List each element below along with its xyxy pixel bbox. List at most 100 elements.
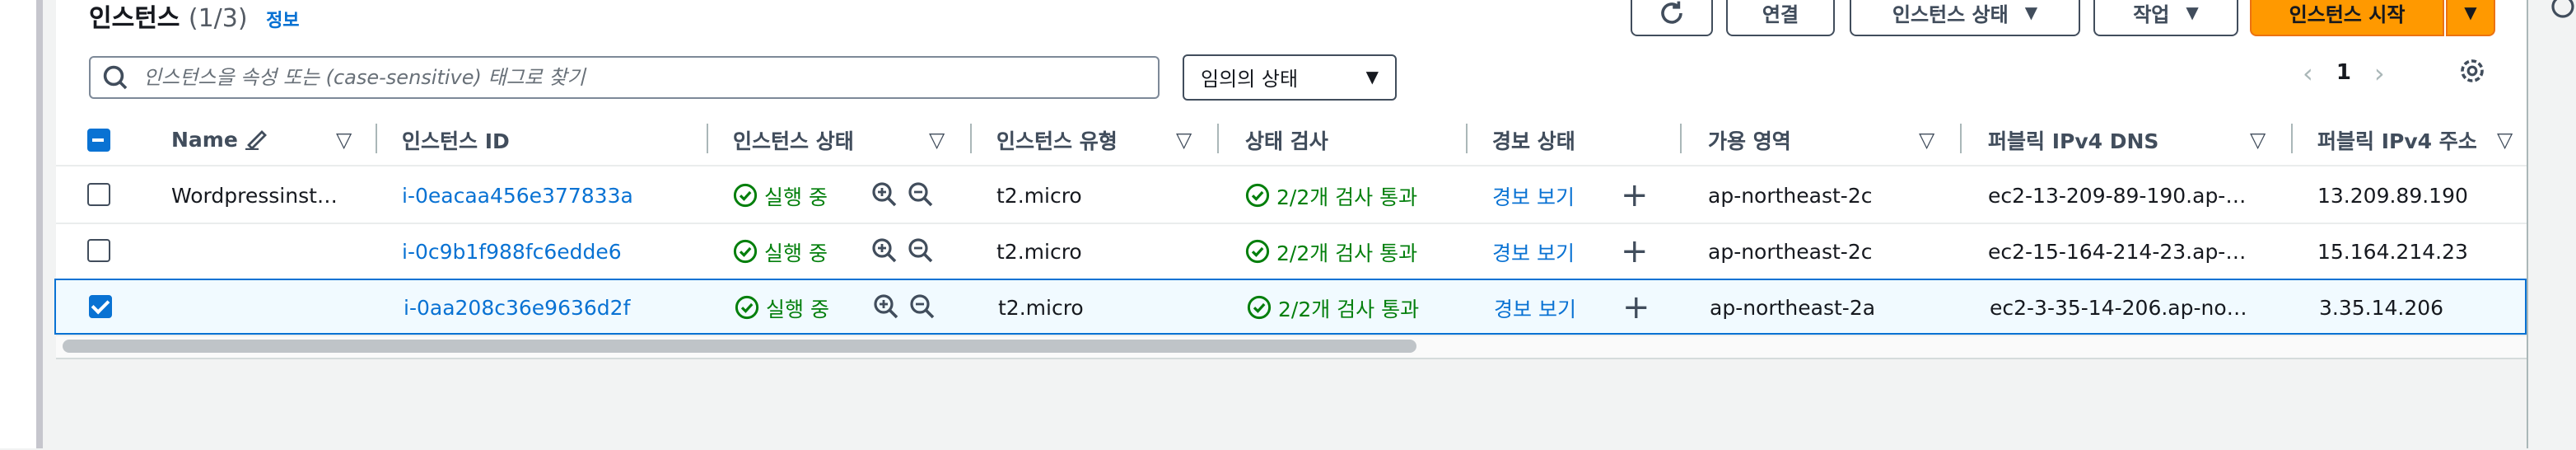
cell-public-dns: ec2-13-209-89-190.ap-… [1988, 182, 2247, 207]
zoom-out-icon[interactable] [909, 293, 936, 320]
column-divider[interactable] [1217, 124, 1219, 153]
column-header-instance-id[interactable]: 인스턴스 ID [402, 112, 510, 165]
cell-instance-type: t2.micro [996, 182, 1082, 207]
sort-icon[interactable]: ▽ [1919, 112, 1934, 165]
row-checkbox[interactable] [89, 295, 112, 318]
column-header-instance-state[interactable]: 인스턴스 상태 [733, 112, 854, 165]
caret-down-icon: ▼ [1365, 68, 1379, 87]
cell-status-check: 2/2개 검사 통과 [1245, 223, 1417, 279]
instance-id-link[interactable]: i-0eacaa456e377833a [402, 166, 633, 223]
instance-state-label: 인스턴스 상태 [1892, 2, 2009, 26]
sort-icon[interactable]: ▽ [2497, 112, 2513, 165]
cell-instance-state: 실행 중 [733, 166, 828, 223]
edit-pencil-icon [245, 130, 268, 150]
launch-options-dropdown[interactable]: ▼ [2446, 0, 2495, 36]
left-divider [36, 0, 43, 448]
sort-icon[interactable]: ▽ [336, 112, 352, 165]
cell-public-ip: 15.164.214.23 [2317, 238, 2468, 263]
refresh-button[interactable] [1631, 0, 1713, 36]
cell-availability-zone: ap-northeast-2c [1708, 238, 1873, 263]
cell-instance-type: t2.micro [996, 238, 1082, 263]
info-link[interactable]: 정보 [266, 10, 300, 31]
instance-state-button[interactable]: 인스턴스 상태 ▼ [1850, 0, 2080, 36]
state-label: 실행 중 [764, 184, 828, 209]
cell-availability-zone: ap-northeast-2a [1710, 294, 1876, 319]
instance-state-filter-select[interactable]: 임의의 상태 ▼ [1183, 54, 1397, 101]
column-header-public-ipv4-dns[interactable]: 퍼블릭 IPv4 DNS [1988, 112, 2158, 165]
horizontal-scrollbar-thumb[interactable] [63, 340, 1416, 353]
column-header-alarm-status[interactable]: 경보 상태 [1492, 112, 1575, 165]
status-check-label: 2/2개 검사 통과 [1276, 184, 1418, 209]
zoom-out-icon[interactable] [908, 237, 934, 264]
table-header: Name ▽ 인스턴스 ID 인스턴스 상태 ▽ 인스턴스 유형 ▽ 상태 검사… [56, 112, 2527, 166]
state-label: 실행 중 [764, 240, 828, 265]
column-divider[interactable] [1466, 124, 1468, 153]
zoom-in-icon[interactable] [871, 181, 898, 208]
cell-public-ip: 13.209.89.190 [2317, 182, 2468, 207]
column-divider[interactable] [970, 124, 972, 153]
add-alarm-plus-icon[interactable]: + [1621, 166, 1649, 223]
launch-instances-button[interactable]: 인스턴스 시작 [2250, 0, 2444, 36]
column-header-public-ipv4-address[interactable]: 퍼블릭 IPv4 주소 [2317, 112, 2477, 165]
zoom-in-icon[interactable] [871, 237, 898, 264]
previous-page-icon[interactable]: ‹ [2303, 57, 2313, 88]
table-settings-button[interactable] [2457, 56, 2487, 92]
details-pane-area [56, 358, 2527, 450]
table-row[interactable]: Wordpressinst… i-0eacaa456e377833a 실행 중 … [56, 166, 2527, 224]
refresh-icon [1661, 1, 1682, 24]
search-input[interactable] [140, 58, 1158, 97]
select-all-checkbox[interactable] [87, 129, 110, 152]
pagination: ‹ 1 › [2303, 54, 2385, 91]
view-alarms-link[interactable]: 경보 보기 [1492, 223, 1575, 279]
instances-panel: 인스턴스 (1/3) 정보 연결 인스턴스 상태 ▼ 작업 ▼ 인스턴스 시작 … [54, 0, 2528, 450]
actions-button[interactable]: 작업 ▼ [2093, 0, 2238, 36]
column-divider[interactable] [1960, 124, 1962, 153]
add-alarm-plus-icon[interactable]: + [1621, 223, 1649, 279]
column-divider[interactable] [376, 124, 377, 153]
column-label: Name [171, 126, 238, 151]
column-divider[interactable] [707, 124, 708, 153]
check-circle-icon [733, 182, 758, 207]
check-circle-icon [735, 294, 759, 319]
column-divider[interactable] [1680, 124, 1682, 153]
gear-icon [2461, 59, 2484, 82]
view-alarms-link[interactable]: 경보 보기 [1494, 280, 1576, 333]
zoom-in-icon[interactable] [873, 293, 899, 320]
current-page-number[interactable]: 1 [2336, 60, 2351, 85]
row-checkbox[interactable] [87, 239, 110, 262]
column-header-name[interactable]: Name [171, 112, 271, 165]
actions-label: 작업 [2133, 2, 2170, 26]
connect-button[interactable]: 연결 [1726, 0, 1835, 36]
search-box [89, 56, 1160, 99]
instance-id-link[interactable]: i-0aa208c36e9636d2f [404, 280, 630, 333]
zoom-out-icon[interactable] [908, 181, 934, 208]
column-divider[interactable] [2291, 124, 2293, 153]
add-alarm-plus-icon[interactable]: + [1622, 280, 1650, 333]
settings-corner-icon [2551, 0, 2574, 18]
table-row[interactable]: i-0c9b1f988fc6edde6 실행 중 t2.micro 2/2개 검… [56, 223, 2527, 280]
column-header-availability-zone[interactable]: 가용 영역 [1708, 112, 1791, 165]
cell-instance-state: 실행 중 [735, 280, 829, 333]
sort-icon[interactable]: ▽ [2250, 112, 2266, 165]
state-label: 실행 중 [766, 296, 829, 321]
column-header-status-check[interactable]: 상태 검사 [1245, 112, 1328, 165]
cell-availability-zone: ap-northeast-2c [1708, 182, 1873, 207]
sort-icon[interactable]: ▽ [929, 112, 945, 165]
status-check-label: 2/2개 검사 통과 [1278, 296, 1420, 321]
next-page-icon[interactable]: › [2374, 57, 2385, 88]
caret-down-icon: ▼ [2186, 4, 2199, 22]
cell-name: Wordpressinst… [171, 182, 338, 207]
sort-icon[interactable]: ▽ [1176, 112, 1192, 165]
caret-down-icon: ▼ [2024, 4, 2038, 22]
help-panel-toggle[interactable] [2550, 0, 2576, 26]
table-row-selected[interactable]: i-0aa208c36e9636d2f 실행 중 t2.micro 2/2개 검… [54, 279, 2527, 335]
column-header-instance-type[interactable]: 인스턴스 유형 [996, 112, 1118, 165]
view-alarms-link[interactable]: 경보 보기 [1492, 166, 1575, 223]
instance-id-link[interactable]: i-0c9b1f988fc6edde6 [402, 223, 622, 279]
cell-instance-state: 실행 중 [733, 223, 828, 279]
cell-public-dns: ec2-3-35-14-206.ap-no… [1990, 294, 2247, 319]
title-text: 인스턴스 [89, 3, 180, 33]
cell-public-dns: ec2-15-164-214-23.ap-… [1988, 238, 2247, 263]
row-checkbox[interactable] [87, 183, 110, 206]
state-zoom-controls [873, 293, 936, 320]
